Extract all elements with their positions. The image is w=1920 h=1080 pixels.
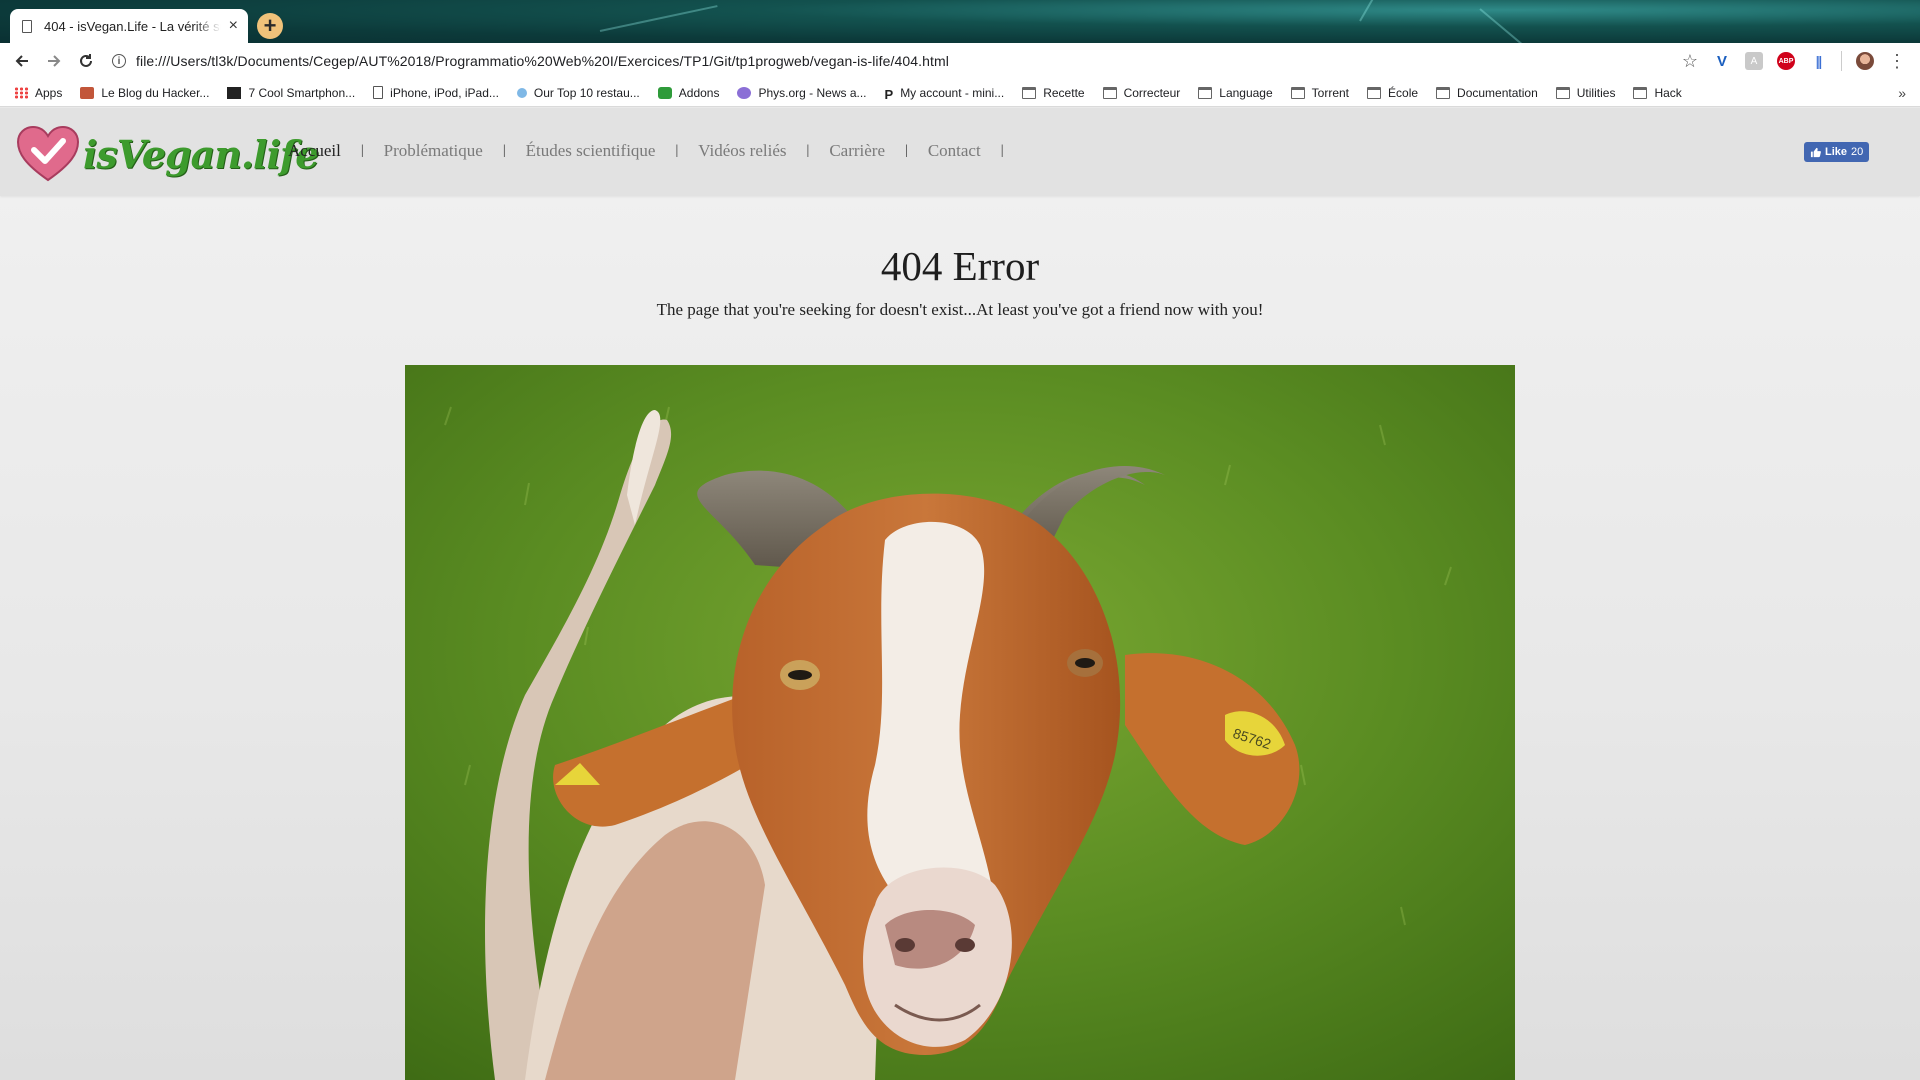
- folder-icon: [1633, 86, 1648, 99]
- browser-tabstrip: 404 - isVegan.Life - La vérité sur × +: [0, 0, 1920, 43]
- bookmark-folder-ecole[interactable]: École: [1367, 86, 1418, 100]
- bookmark-physorg[interactable]: Phys.org - News a...: [737, 86, 867, 100]
- bookmarks-bar: Apps Le Blog du Hacker... 7 Cool Smartph…: [0, 79, 1920, 107]
- error-title: 404 Error: [880, 243, 1040, 289]
- bookmark-folder-correcteur[interactable]: Correcteur: [1102, 86, 1180, 100]
- web-page: isVegan.life Accueil | Problématique | É…: [0, 108, 1920, 1080]
- site-logo[interactable]: isVegan.life: [17, 126, 319, 182]
- nav-divider: |: [502, 143, 506, 158]
- thumbs-up-icon: [1810, 147, 1821, 157]
- browser-toolbar: i file:///Users/tl3k/Documents/Cegep/AUT…: [0, 43, 1920, 79]
- goat-photo: 85762: [405, 365, 1515, 1080]
- close-tab-icon[interactable]: ×: [229, 18, 238, 34]
- bookmark-my-account[interactable]: P My account - mini...: [884, 86, 1005, 102]
- like-label: Like: [1825, 146, 1848, 158]
- browser-tab-active[interactable]: 404 - isVegan.Life - La vérité sur ×: [10, 9, 248, 43]
- folder-icon: [1436, 86, 1451, 99]
- hacker-blog-icon: [80, 86, 95, 99]
- equalizer-extension-icon[interactable]: |||: [1809, 52, 1827, 70]
- bookmark-addons[interactable]: Addons: [657, 86, 719, 100]
- folder-icon: [1102, 86, 1117, 99]
- toolbar-divider: [1841, 51, 1842, 71]
- bookmark-smartphones[interactable]: 7 Cool Smartphon...: [227, 86, 355, 100]
- puzzle-icon: [657, 86, 672, 99]
- smartphone-icon: [227, 86, 242, 99]
- nav-divider: |: [360, 143, 364, 158]
- nav-divider: |: [905, 143, 908, 158]
- nav-link-carriere[interactable]: Carrière: [829, 141, 885, 161]
- more-bookmarks-chevron-icon[interactable]: »: [1898, 85, 1906, 101]
- heart-check-icon: [17, 126, 79, 182]
- folder-icon: [1022, 86, 1037, 99]
- paypal-icon: P: [884, 86, 894, 102]
- wallpaper-streak: [599, 5, 718, 32]
- logo-wordmark: isVegan.life: [83, 131, 319, 177]
- nav-divider: |: [1000, 143, 1004, 158]
- extension-icon[interactable]: A: [1745, 52, 1763, 70]
- folder-icon: [1290, 86, 1305, 99]
- nav-link-etudes[interactable]: Études scientifique: [526, 141, 656, 161]
- adblock-icon[interactable]: ABP: [1777, 52, 1795, 70]
- bookmark-hacker-blog[interactable]: Le Blog du Hacker...: [80, 86, 209, 100]
- address-bar[interactable]: i file:///Users/tl3k/Documents/Cegep/AUT…: [112, 43, 949, 79]
- nav-link-problematique[interactable]: Problématique: [384, 141, 483, 161]
- nav-link-accueil[interactable]: Accueil: [288, 141, 341, 161]
- profile-avatar-icon[interactable]: [1856, 52, 1874, 70]
- nav-divider: |: [675, 143, 679, 158]
- bookmark-folder-documentation[interactable]: Documentation: [1436, 86, 1538, 100]
- new-tab-button[interactable]: +: [257, 13, 283, 39]
- goat-illustration: 85762: [405, 365, 1515, 1080]
- vimeo-extension-icon[interactable]: V: [1713, 52, 1731, 70]
- facebook-like-button[interactable]: Like 20: [1804, 142, 1870, 162]
- bookmark-restaurants[interactable]: Our Top 10 restau...: [516, 86, 640, 100]
- physorg-icon: [737, 86, 752, 99]
- forward-arrow-icon[interactable]: [38, 45, 70, 77]
- apps-grid-icon: [14, 86, 28, 99]
- bookmark-folder-hack[interactable]: Hack: [1633, 86, 1682, 100]
- bookmark-iphone[interactable]: iPhone, iPod, iPad...: [373, 86, 499, 100]
- folder-icon: [1555, 86, 1570, 99]
- bookmark-folder-language[interactable]: Language: [1198, 86, 1273, 100]
- wallpaper-streak: [1359, 0, 1396, 22]
- bookmark-folder-utilities[interactable]: Utilities: [1555, 86, 1615, 100]
- site-header: isVegan.life Accueil | Problématique | É…: [0, 108, 1920, 196]
- like-count: 20: [1851, 146, 1864, 158]
- url-text: file:///Users/tl3k/Documents/Cegep/AUT%2…: [136, 53, 950, 69]
- bookmark-folder-torrent[interactable]: Torrent: [1290, 86, 1349, 100]
- tab-title: 404 - isVegan.Life - La vérité sur: [44, 18, 221, 34]
- nav-divider: |: [806, 143, 810, 158]
- info-icon[interactable]: i: [112, 54, 126, 68]
- folder-icon: [1367, 86, 1382, 99]
- kebab-menu-icon[interactable]: ⋮: [1888, 51, 1906, 71]
- bookmark-star-icon[interactable]: ☆: [1681, 51, 1699, 71]
- page-icon: [22, 19, 32, 33]
- bookmark-apps[interactable]: Apps: [14, 86, 62, 100]
- folder-icon: [1198, 86, 1213, 99]
- bookmark-folder-recette[interactable]: Recette: [1022, 86, 1085, 100]
- back-arrow-icon[interactable]: [6, 45, 38, 77]
- nav-link-videos[interactable]: Vidéos reliés: [698, 141, 786, 161]
- page-icon: [373, 86, 384, 99]
- nav-link-contact[interactable]: Contact: [928, 141, 981, 161]
- reload-icon[interactable]: [70, 45, 102, 77]
- main-navigation: Accueil | Problématique | Études scienti…: [288, 141, 1024, 161]
- restaurant-icon: [516, 87, 527, 98]
- error-message: The page that you're seeking for doesn't…: [656, 300, 1264, 319]
- wallpaper-streak: [1479, 8, 1550, 43]
